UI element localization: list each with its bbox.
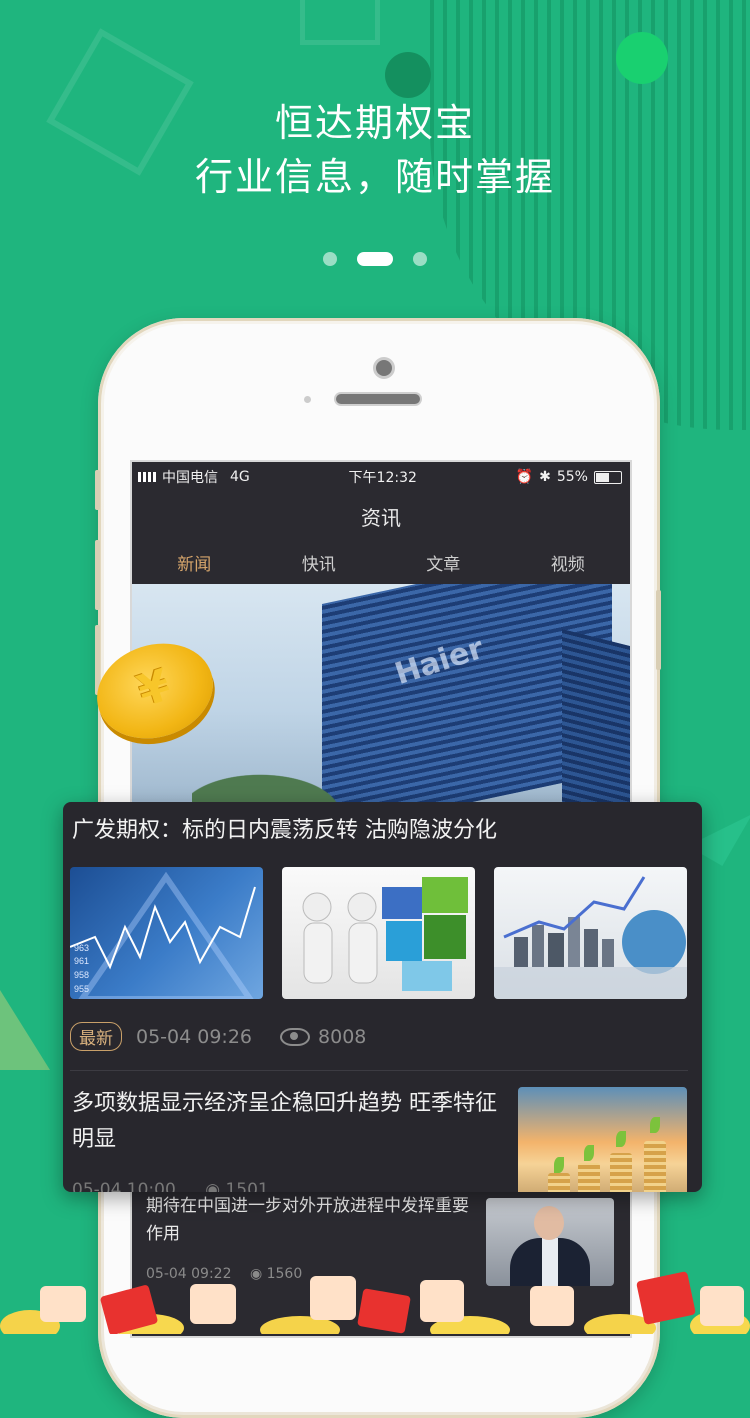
svg-text:958: 958 bbox=[74, 970, 89, 980]
screen-header-title: 资讯 bbox=[361, 506, 401, 530]
stock-chart-image[interactable]: 963 961 958 955 bbox=[70, 867, 263, 999]
divider bbox=[70, 1070, 688, 1071]
category-tabs: 新闻 快讯 文章 视频 bbox=[132, 550, 630, 589]
hands-coins-illustration bbox=[0, 1271, 750, 1334]
card-meta: 最新 05-04 09:26 8008 bbox=[70, 1022, 366, 1051]
stock-chart-icon: 963 961 958 955 bbox=[70, 871, 256, 999]
city-growth-icon bbox=[494, 876, 687, 999]
sprout-icon bbox=[616, 1131, 626, 1147]
handshake-puzzle-icon bbox=[302, 877, 468, 991]
svg-text:955: 955 bbox=[74, 984, 89, 994]
second-date: 05-04 10:00 bbox=[72, 1180, 176, 1192]
coin-stack-icon bbox=[610, 1153, 632, 1192]
promo-title: 恒达期权宝 bbox=[274, 101, 475, 145]
network-label: 4G bbox=[230, 469, 250, 485]
svg-text:961: 961 bbox=[74, 956, 89, 966]
bluetooth-icon: ✱ bbox=[539, 469, 551, 485]
card-views: 8008 bbox=[318, 1025, 367, 1048]
status-bar: 中国电信 4G 下午12:32 ⏰ ✱ 55% bbox=[138, 466, 622, 488]
second-meta: 05-04 10:00 ◉ 1501 bbox=[72, 1180, 269, 1192]
tab-articles[interactable]: 文章 bbox=[426, 550, 460, 585]
alarm-icon: ⏰ bbox=[515, 469, 534, 485]
battery-percent: 55% bbox=[556, 469, 588, 485]
page-dot-active[interactable] bbox=[357, 252, 393, 266]
card-date: 05-04 09:26 bbox=[136, 1025, 253, 1048]
coin-stack-icon bbox=[644, 1141, 666, 1192]
card-image-row: 963 961 958 955 bbox=[70, 867, 687, 999]
page-indicator bbox=[0, 252, 750, 266]
decorative-square bbox=[300, 0, 380, 45]
decorative-triangle bbox=[0, 990, 50, 1070]
second-headline[interactable]: 多项数据显示经济呈企稳回升趋势 旺季特征明显 bbox=[72, 1086, 512, 1158]
svg-text:963: 963 bbox=[74, 943, 89, 953]
decorative-dot bbox=[616, 32, 668, 84]
sprout-icon bbox=[650, 1117, 660, 1133]
eye-icon bbox=[280, 1027, 311, 1046]
sprout-icon bbox=[584, 1145, 594, 1161]
promo-subtitle: 行业信息，随时掌握 bbox=[194, 155, 555, 199]
signal-icon bbox=[138, 472, 156, 482]
newest-badge: 最新 bbox=[70, 1022, 122, 1051]
handshake-puzzle-image[interactable] bbox=[282, 867, 475, 999]
sprout-icon bbox=[554, 1157, 564, 1173]
volume-button bbox=[95, 470, 100, 510]
head-shape bbox=[534, 1206, 564, 1240]
power-button bbox=[656, 590, 661, 670]
tab-news[interactable]: 新闻 bbox=[177, 550, 212, 589]
card-headline[interactable]: 广发期权：标的日内震荡反转 沽购隐波分化 bbox=[72, 812, 497, 844]
proximity-sensor bbox=[304, 396, 311, 403]
earpiece-speaker bbox=[336, 394, 420, 404]
news-item-title[interactable]: 期待在中国进一步对外开放进程中发挥重要作用 bbox=[146, 1192, 482, 1248]
carrier-label: 中国电信 bbox=[162, 470, 218, 486]
volume-button bbox=[95, 540, 100, 610]
coin-stack-image[interactable] bbox=[518, 1087, 687, 1192]
eye-icon: ◉ bbox=[205, 1180, 221, 1192]
tab-flash[interactable]: 快讯 bbox=[302, 550, 336, 585]
page-dot[interactable] bbox=[323, 252, 337, 266]
tab-videos[interactable]: 视频 bbox=[551, 550, 585, 585]
page-dot[interactable] bbox=[413, 252, 427, 266]
building-illustration bbox=[562, 629, 630, 814]
coin-stack-icon bbox=[578, 1163, 600, 1192]
clock-label: 下午12:32 bbox=[348, 470, 417, 486]
city-growth-image[interactable] bbox=[494, 867, 687, 999]
front-camera bbox=[376, 360, 392, 376]
battery-icon bbox=[593, 470, 622, 484]
featured-news-card[interactable]: 广发期权：标的日内震荡反转 沽购隐波分化 963 961 958 955 最新 … bbox=[63, 802, 702, 1192]
second-views: 1501 bbox=[225, 1180, 269, 1192]
coin-stack-icon bbox=[548, 1173, 570, 1192]
